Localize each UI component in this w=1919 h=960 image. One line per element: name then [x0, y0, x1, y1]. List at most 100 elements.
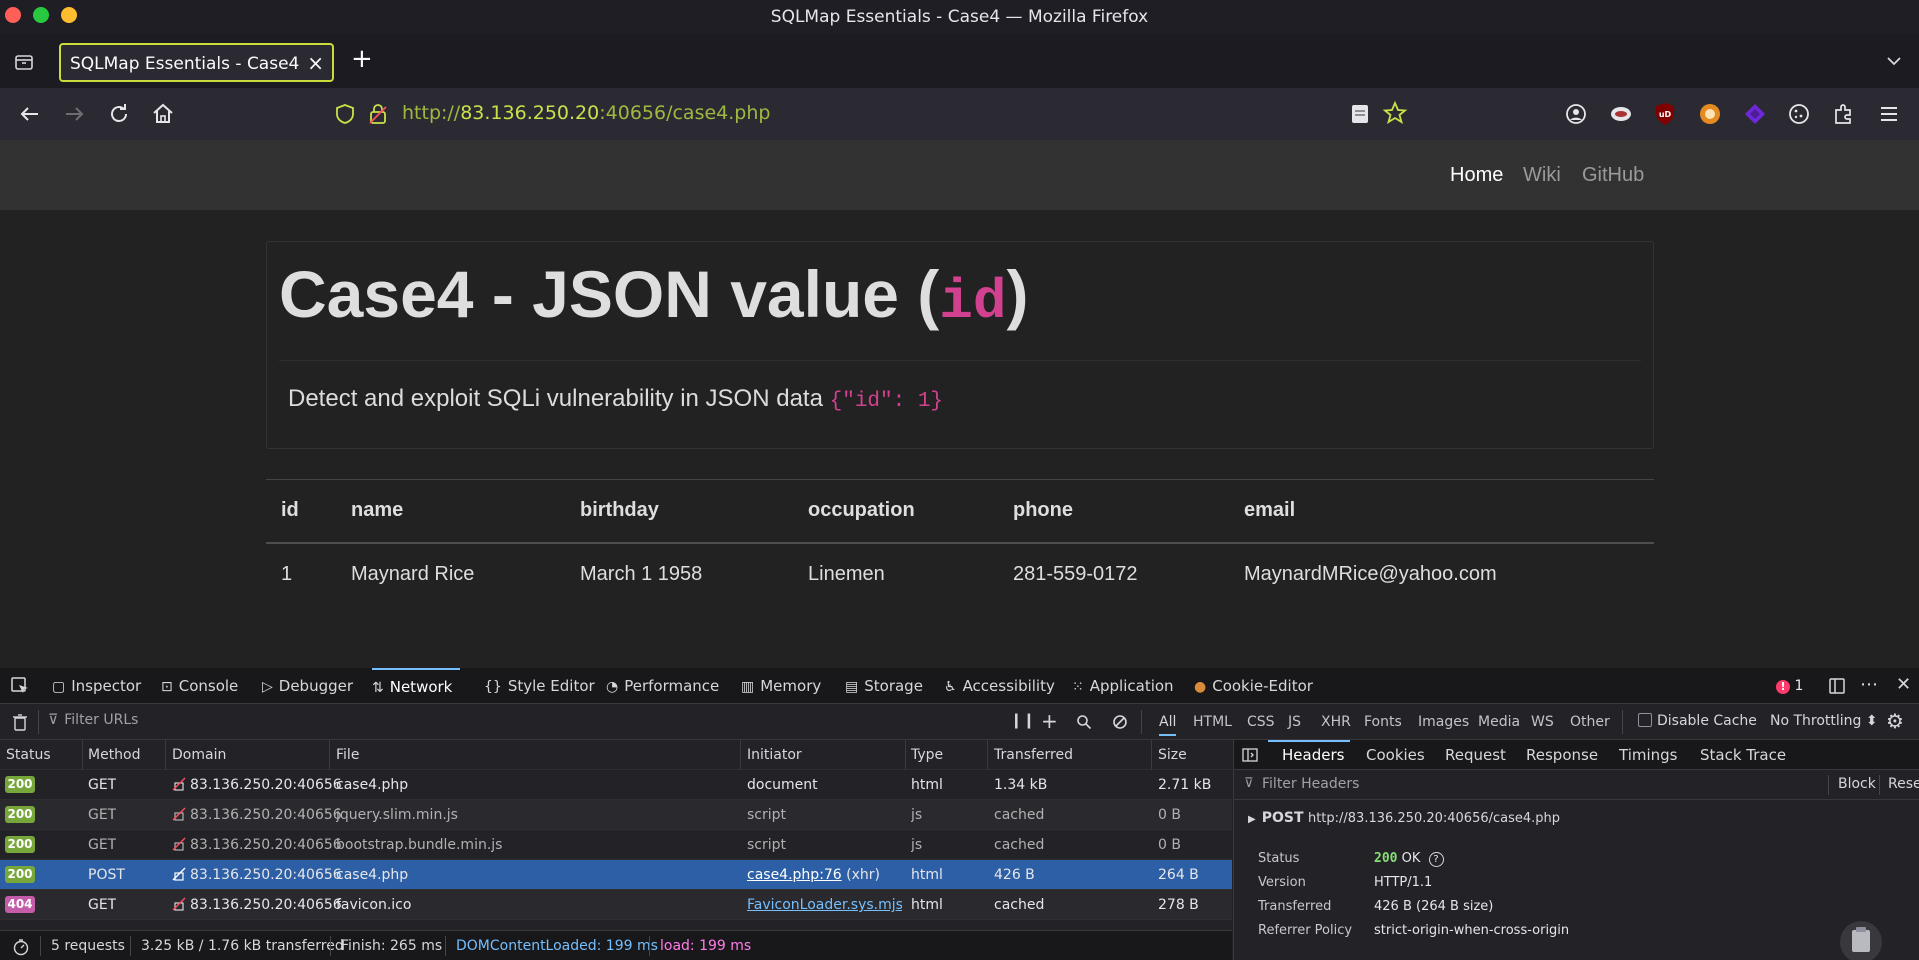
request-row[interactable]: 200 GET 83.136.250.20:40656 case4.php do… — [0, 770, 1232, 800]
request-row[interactable]: 404 GET 83.136.250.20:40656 favicon.ico … — [0, 890, 1232, 920]
tab-close-icon[interactable]: × — [307, 51, 324, 75]
tab-timings[interactable]: Timings — [1619, 746, 1678, 764]
header-key: Referrer Policy — [1258, 923, 1353, 938]
column-header[interactable]: Transferred — [994, 747, 1073, 763]
column-header[interactable]: File — [336, 747, 359, 763]
more-options-icon[interactable]: ⋯ — [1860, 674, 1878, 695]
column-header[interactable]: Domain — [172, 747, 226, 763]
tab-response[interactable]: Response — [1526, 746, 1598, 764]
back-arrow-icon[interactable] — [17, 101, 43, 127]
initiator-link[interactable]: case4.php:76 — [747, 867, 842, 883]
filter-type-media[interactable]: Media — [1478, 714, 1520, 730]
ublock-origin-icon[interactable]: uD — [1652, 101, 1678, 127]
devtools-tab-accessibility[interactable]: ♿ Accessibility — [944, 668, 1055, 704]
column-header[interactable]: Type — [911, 747, 943, 763]
request-row[interactable]: 200 GET 83.136.250.20:40656 jquery.slim.… — [0, 800, 1232, 830]
request-file: favicon.ico — [336, 897, 412, 913]
tab-list-icon[interactable] — [12, 50, 36, 74]
nav-link-github[interactable]: GitHub — [1582, 164, 1644, 187]
summary-requests: 5 requests — [51, 938, 125, 954]
clipboard-icon[interactable] — [1839, 920, 1883, 960]
throttling-select[interactable]: No Throttling ⬍ — [1770, 713, 1878, 729]
request-row[interactable]: 200 GET 83.136.250.20:40656 bootstrap.bu… — [0, 830, 1232, 860]
responsive-design-icon[interactable] — [1828, 677, 1846, 695]
hackbar-extension-icon[interactable] — [1608, 101, 1634, 127]
tab-headers[interactable]: Headers — [1282, 746, 1344, 764]
request-row-selected[interactable]: 200 POST 83.136.250.20:40656 case4.php c… — [0, 860, 1232, 890]
search-icon[interactable] — [1076, 714, 1092, 730]
tab-cookies[interactable]: Cookies — [1366, 746, 1425, 764]
filter-urls-input[interactable]: ⊽ Filter URLs — [48, 712, 998, 728]
filter-type-all[interactable]: All — [1159, 714, 1177, 736]
toggle-sidebar-icon[interactable] — [1242, 747, 1258, 763]
wappalyzer-icon[interactable] — [1742, 101, 1768, 127]
bookmark-star-icon[interactable] — [1382, 100, 1408, 126]
column-header[interactable]: Status — [6, 747, 51, 763]
devtools-tab-storage[interactable]: ▤ Storage — [845, 668, 923, 704]
url-text[interactable]: http://83.136.250.20:40656/case4.php — [402, 102, 770, 124]
devtools-tab-network[interactable]: ⇅ Network — [372, 668, 461, 704]
url-bar[interactable]: http://83.136.250.20:40656/case4.php — [322, 95, 1412, 133]
filter-type-js[interactable]: JS — [1288, 714, 1301, 730]
devtools-tab-console[interactable]: ⊡ Console — [161, 668, 238, 704]
stopwatch-icon[interactable] — [12, 938, 30, 956]
resend-button[interactable]: Resend — [1888, 776, 1919, 792]
forward-arrow-icon[interactable] — [61, 101, 87, 127]
column-header[interactable]: Size — [1158, 747, 1187, 763]
devtools-tab-performance[interactable]: ◔ Performance — [606, 668, 719, 704]
devtools-tab-application[interactable]: ⁙ Application — [1072, 668, 1174, 704]
error-count-badge[interactable]: ! 1 — [1776, 678, 1803, 694]
devtools-tab-cookie-editor[interactable]: ● Cookie-Editor — [1194, 668, 1313, 704]
tab-label: Accessibility — [962, 677, 1055, 695]
request-size: 0 B — [1158, 807, 1181, 823]
request-summary[interactable]: ▶ POST http://83.136.250.20:40656/case4.p… — [1248, 810, 1560, 826]
request-domain: 83.136.250.20:40656 — [172, 777, 342, 793]
extensions-puzzle-icon[interactable] — [1831, 101, 1857, 127]
tab-stack-trace[interactable]: Stack Trace — [1700, 746, 1786, 764]
tab-request[interactable]: Request — [1445, 746, 1506, 764]
menu-hamburger-icon[interactable] — [1876, 101, 1902, 127]
reader-view-icon[interactable] — [1350, 103, 1370, 125]
filter-type-html[interactable]: HTML — [1193, 714, 1232, 730]
new-tab-button[interactable]: + — [351, 46, 373, 72]
help-icon[interactable]: ? — [1428, 852, 1444, 867]
pause-icon[interactable]: ❙❙ — [1010, 711, 1035, 729]
lock-icon[interactable] — [367, 102, 389, 126]
devtools-tab-inspector[interactable]: ▢ Inspector — [52, 668, 141, 704]
devtools-tab-style-editor[interactable]: {} Style Editor — [484, 668, 595, 704]
column-header[interactable]: Method — [88, 747, 141, 763]
performance-icon: ◔ — [606, 679, 619, 695]
filter-type-other[interactable]: Other — [1570, 714, 1610, 730]
column-header[interactable]: Initiator — [747, 747, 802, 763]
gear-icon[interactable]: ⚙ — [1886, 709, 1904, 733]
divider — [82, 740, 83, 770]
divider — [905, 740, 906, 770]
account-icon[interactable] — [1563, 101, 1589, 127]
tab-sqlmap-case4[interactable]: SQLMap Essentials - Case4 × — [59, 43, 334, 82]
devtools-panel: ▢ Inspector ⊡ Console ▷ Debugger ⇅ Network {… — [0, 668, 1919, 960]
shield-icon[interactable] — [334, 103, 356, 125]
disable-cache-checkbox[interactable]: Disable Cache — [1638, 713, 1757, 729]
filter-type-xhr[interactable]: XHR — [1321, 714, 1351, 730]
block-button[interactable]: Block — [1838, 776, 1876, 792]
block-icon[interactable] — [1112, 714, 1128, 730]
add-request-icon[interactable]: + — [1041, 709, 1058, 733]
filter-type-fonts[interactable]: Fonts — [1364, 714, 1402, 730]
devtools-tab-memory[interactable]: ▥ Memory — [741, 668, 821, 704]
filter-headers-input[interactable]: Filter Headers — [1262, 776, 1359, 792]
devtools-tab-debugger[interactable]: ▷ Debugger — [262, 668, 353, 704]
home-icon[interactable] — [150, 101, 176, 127]
trash-icon[interactable] — [12, 713, 28, 731]
filter-type-css[interactable]: CSS — [1247, 714, 1275, 730]
filter-type-images[interactable]: Images — [1418, 714, 1469, 730]
reload-icon[interactable] — [106, 101, 132, 127]
cookie-icon[interactable] — [1786, 101, 1812, 127]
nav-link-home[interactable]: Home — [1450, 164, 1503, 187]
nav-link-wiki[interactable]: Wiki — [1523, 164, 1561, 187]
initiator-link[interactable]: FaviconLoader.sys.mjs… — [747, 897, 902, 913]
foxyproxy-icon[interactable] — [1697, 101, 1723, 127]
chevron-down-icon[interactable] — [1882, 49, 1906, 73]
element-picker-icon[interactable] — [10, 676, 30, 696]
filter-type-ws[interactable]: WS — [1531, 714, 1554, 730]
close-devtools-icon[interactable]: ✕ — [1896, 674, 1911, 695]
